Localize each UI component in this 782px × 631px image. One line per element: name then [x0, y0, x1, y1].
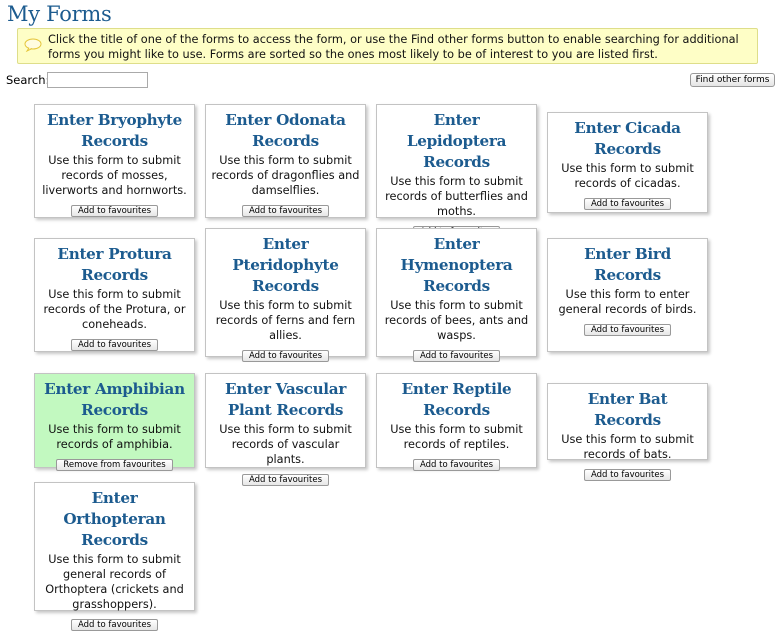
form-card: Enter Vascular Plant Records Use this for… — [205, 373, 366, 486]
form-card: Enter Bird Records Use this form to enter… — [547, 238, 708, 352]
speech-bubble-icon — [24, 37, 42, 53]
form-description: Use this form to submit records of repti… — [390, 423, 523, 451]
add-to-favourites-button[interactable]: Add to favourites — [241, 350, 330, 362]
form-title-link[interactable]: Enter Bryophyte Records — [40, 110, 189, 152]
add-to-favourites-button[interactable]: Add to favourites — [412, 350, 501, 362]
add-to-favourites-button[interactable]: Add to favourites — [583, 198, 672, 210]
add-to-favourites-button[interactable]: Add to favourites — [241, 474, 330, 486]
form-description: Use this form to submit records of cicad… — [561, 162, 694, 190]
form-title-link[interactable]: Enter Protura Records — [40, 244, 189, 286]
form-card: Enter Amphibian Records Use this form to … — [34, 373, 195, 471]
form-card: Enter Reptile Records Use this form to su… — [376, 373, 537, 471]
form-card: Enter Hymenoptera Records Use this form t… — [376, 228, 537, 362]
form-card: Enter Protura Records Use this form to su… — [34, 238, 195, 352]
form-description: Use this form to submit records of amphi… — [48, 423, 181, 451]
remove-from-favourites-button[interactable]: Remove from favourites — [56, 459, 173, 471]
form-description: Use this form to submit records of drago… — [211, 154, 360, 197]
add-to-favourites-button[interactable]: Add to favourites — [241, 205, 330, 217]
form-title-link[interactable]: Enter Vascular Plant Records — [211, 379, 360, 421]
form-title-link[interactable]: Enter Lepidoptera Records — [382, 110, 531, 173]
form-description: Use this form to submit records of the P… — [43, 288, 186, 331]
form-title-link[interactable]: Enter Pteridophyte Records — [211, 234, 360, 297]
find-other-forms-button[interactable]: Find other forms — [690, 73, 775, 87]
form-description: Use this form to submit general records … — [45, 553, 184, 611]
form-title-link[interactable]: Enter Bat Records — [553, 389, 702, 431]
form-title-link[interactable]: Enter Reptile Records — [382, 379, 531, 421]
form-card: Enter Bat Records Use this form to submit… — [547, 383, 708, 481]
page-title: My Forms — [7, 2, 112, 26]
form-card: Enter Bryophyte Records Use this form to … — [34, 104, 195, 218]
form-description: Use this form to submit records of bees,… — [384, 299, 529, 342]
form-title-link[interactable]: Enter Odonata Records — [211, 110, 360, 152]
form-title-link[interactable]: Enter Hymenoptera Records — [382, 234, 531, 297]
add-to-favourites-button[interactable]: Add to favourites — [70, 339, 159, 351]
add-to-favourites-button[interactable]: Add to favourites — [412, 459, 501, 471]
search-input[interactable] — [47, 72, 148, 88]
form-description: Use this form to submit records of butte… — [385, 175, 528, 218]
add-to-favourites-button[interactable]: Add to favourites — [70, 205, 159, 217]
form-description: Use this form to submit records of mosse… — [42, 154, 187, 197]
info-banner: Click the title of one of the forms to a… — [17, 28, 758, 64]
form-title-link[interactable]: Enter Bird Records — [553, 244, 702, 286]
info-banner-text: Click the title of one of the forms to a… — [48, 33, 739, 61]
form-description: Use this form to enter general records o… — [558, 288, 697, 316]
form-title-link[interactable]: Enter Orthopteran Records — [40, 488, 189, 551]
form-card: Enter Lepidoptera Records Use this form t… — [376, 104, 537, 238]
add-to-favourites-button[interactable]: Add to favourites — [583, 469, 672, 481]
form-card: Enter Pteridophyte Records Use this form … — [205, 228, 366, 362]
form-title-link[interactable]: Enter Cicada Records — [553, 118, 702, 160]
search-label: Search: — [6, 73, 50, 87]
form-card: Enter Orthopteran Records Use this form t… — [34, 482, 195, 631]
form-card: Enter Cicada Records Use this form to sub… — [547, 112, 708, 213]
form-card: Enter Odonata Records Use this form to su… — [205, 104, 366, 218]
form-description: Use this form to submit records of bats. — [561, 433, 694, 461]
form-description: Use this form to submit records of vascu… — [219, 423, 352, 466]
form-description: Use this form to submit records of ferns… — [215, 299, 356, 342]
form-title-link[interactable]: Enter Amphibian Records — [40, 379, 189, 421]
add-to-favourites-button[interactable]: Add to favourites — [583, 324, 672, 336]
